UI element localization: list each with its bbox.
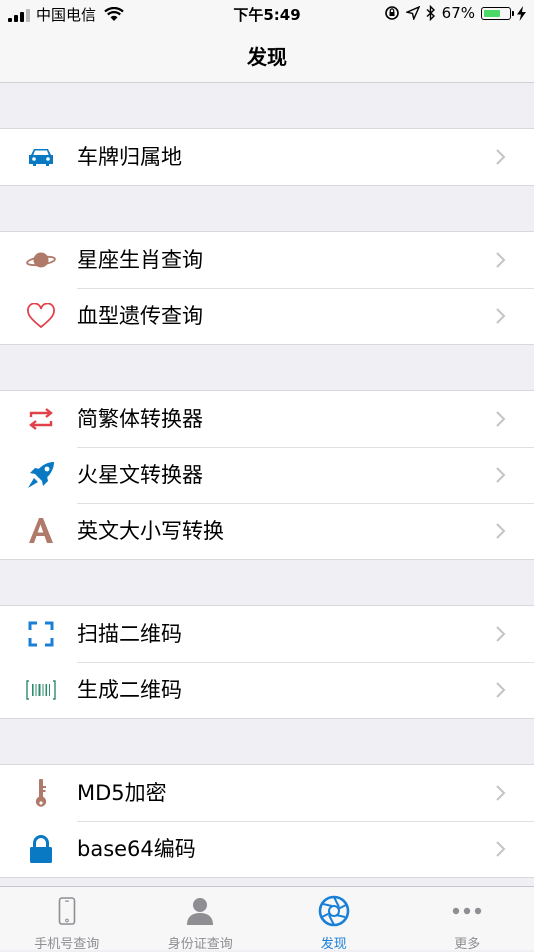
aperture-icon: [317, 896, 351, 926]
key-icon: [26, 779, 56, 807]
rocket-icon: [26, 461, 56, 489]
chevron-right-icon: [494, 308, 508, 324]
list-item-label: 扫描二维码: [77, 621, 182, 647]
chevron-right-icon: [494, 626, 508, 642]
bluetooth-icon: [426, 5, 436, 21]
battery-icon: [481, 7, 511, 20]
list-item-label: 星座生肖查询: [77, 247, 203, 273]
discover-list: 车牌归属地 星座生肖查询 血型遗传查询: [0, 83, 534, 878]
battery-percent: 67%: [442, 4, 475, 22]
scan-frame-icon: [26, 620, 56, 648]
chevron-right-icon: [494, 252, 508, 268]
chevron-right-icon: [494, 149, 508, 165]
chevron-right-icon: [494, 682, 508, 698]
list-item-generate-qr-code[interactable]: 生成二维码: [0, 662, 534, 718]
list-item-label: MD5加密: [77, 780, 167, 806]
list-item-label: base64编码: [77, 836, 196, 862]
tab-phone-query[interactable]: 手机号查询: [0, 887, 134, 950]
more-dots-icon: [450, 896, 484, 926]
page-title: 发现: [0, 41, 534, 70]
list-item-label: 简繁体转换器: [77, 406, 203, 432]
list-item-english-case-converter[interactable]: 英文大小写转换: [0, 503, 534, 559]
location-arrow-icon: [406, 6, 420, 20]
list-item-md5-encrypt[interactable]: MD5加密: [0, 765, 534, 821]
list-item-label: 生成二维码: [77, 677, 182, 703]
tab-discover[interactable]: 发现: [267, 887, 401, 950]
tab-more[interactable]: 更多: [401, 887, 534, 950]
list-item-plate-location[interactable]: 车牌归属地: [0, 129, 534, 185]
list-item-label: 血型遗传查询: [77, 303, 203, 329]
list-item-martian-text-converter[interactable]: 火星文转换器: [0, 447, 534, 503]
swap-arrows-icon: [26, 405, 56, 433]
lock-icon: [26, 835, 56, 863]
chevron-right-icon: [494, 841, 508, 857]
list-item-blood-type-query[interactable]: 血型遗传查询: [0, 288, 534, 344]
car-icon: [26, 143, 56, 171]
phone-icon: [50, 896, 84, 926]
letter-a-icon: [26, 517, 56, 545]
status-bar: 中国电信 下午5:49 67%: [0, 0, 534, 28]
group-encoding: MD5加密 base64编码: [0, 764, 534, 878]
tab-id-card-query[interactable]: 身份证查询: [134, 887, 268, 950]
status-right: 67%: [384, 4, 526, 22]
list-item-label: 车牌归属地: [77, 144, 182, 170]
person-icon: [183, 896, 217, 926]
chevron-right-icon: [494, 785, 508, 801]
charging-bolt-icon: [517, 6, 526, 21]
navigation-bar: 发现: [0, 28, 534, 83]
planet-icon: [26, 246, 56, 274]
barcode-icon: [26, 676, 56, 704]
group-plate: 车牌归属地: [0, 128, 534, 186]
chevron-right-icon: [494, 523, 508, 539]
tab-label: 更多: [401, 933, 534, 952]
heart-icon: [26, 302, 56, 330]
tab-label: 发现: [267, 933, 401, 952]
chevron-right-icon: [494, 467, 508, 483]
list-item-zodiac-query[interactable]: 星座生肖查询: [0, 232, 534, 288]
list-item-label: 英文大小写转换: [77, 518, 224, 544]
group-text-tools: 简繁体转换器 火星文转换器 英文大小写转换: [0, 390, 534, 560]
list-item-base64-encode[interactable]: base64编码: [0, 821, 534, 877]
group-fortune: 星座生肖查询 血型遗传查询: [0, 231, 534, 345]
list-item-label: 火星文转换器: [77, 462, 203, 488]
list-item-scan-qr-code[interactable]: 扫描二维码: [0, 606, 534, 662]
rotation-lock-icon: [384, 5, 400, 21]
group-qr-code: 扫描二维码 生成二维码: [0, 605, 534, 719]
chevron-right-icon: [494, 411, 508, 427]
tab-label: 手机号查询: [0, 933, 134, 952]
tab-bar: 手机号查询 身份证查询 发现 更多: [0, 886, 534, 950]
list-item-simplified-traditional-converter[interactable]: 简繁体转换器: [0, 391, 534, 447]
tab-label: 身份证查询: [134, 933, 268, 952]
